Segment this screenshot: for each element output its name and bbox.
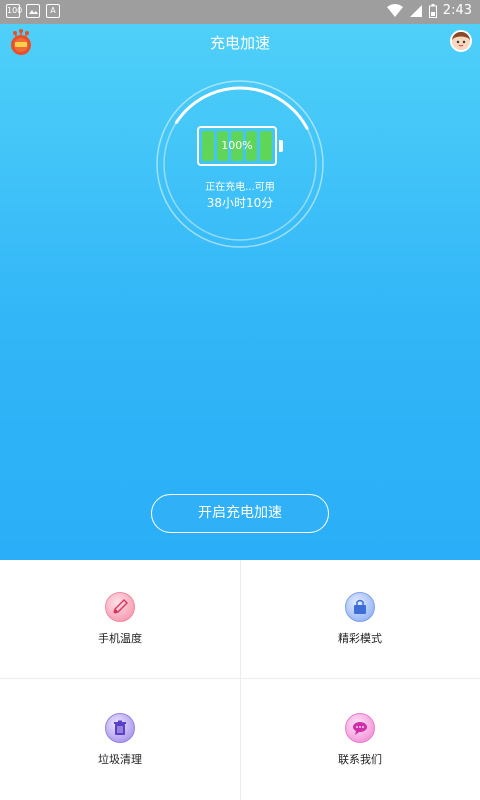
feature-label: 手机温度 [98,632,142,645]
battery-icon [428,3,437,18]
thermometer-icon [105,592,135,622]
page-title: 充电加速 [209,34,270,52]
signal-icon [409,4,422,17]
bag-icon [345,592,375,622]
remaining-time: 38小时10分 [206,196,274,210]
battery-level-notification-icon: 100 [6,4,22,18]
feature-wonderful-mode[interactable]: 精彩模式 [240,560,480,678]
status-left-icons: 100 A [6,4,60,18]
a-notification-icon: A [46,4,60,18]
trash-icon [105,712,135,743]
feature-contact-us[interactable]: 联系我们 [240,679,480,800]
user-avatar-icon[interactable] [450,30,472,52]
status-time: 2:43 [442,3,472,18]
battery-percent: 100% [221,139,253,152]
chat-bubble-icon [345,712,375,743]
battery-cap [279,140,283,152]
status-bar: 100 A 2:43 [0,0,480,24]
feature-label: 联系我们 [338,752,382,766]
charging-status-text: 正在充电...可用 [205,182,275,193]
image-notification-icon [26,4,40,18]
feature-junk-clean[interactable]: 垃圾清理 [0,679,240,800]
wifi-icon [386,3,403,17]
feature-label: 精彩模式 [338,632,382,645]
feature-label: 垃圾清理 [98,752,142,766]
feature-phone-temperature[interactable]: 手机温度 [0,560,240,678]
status-right: 2:43 [386,3,472,18]
start-boost-button[interactable]: 开启充电加速 [151,494,329,533]
